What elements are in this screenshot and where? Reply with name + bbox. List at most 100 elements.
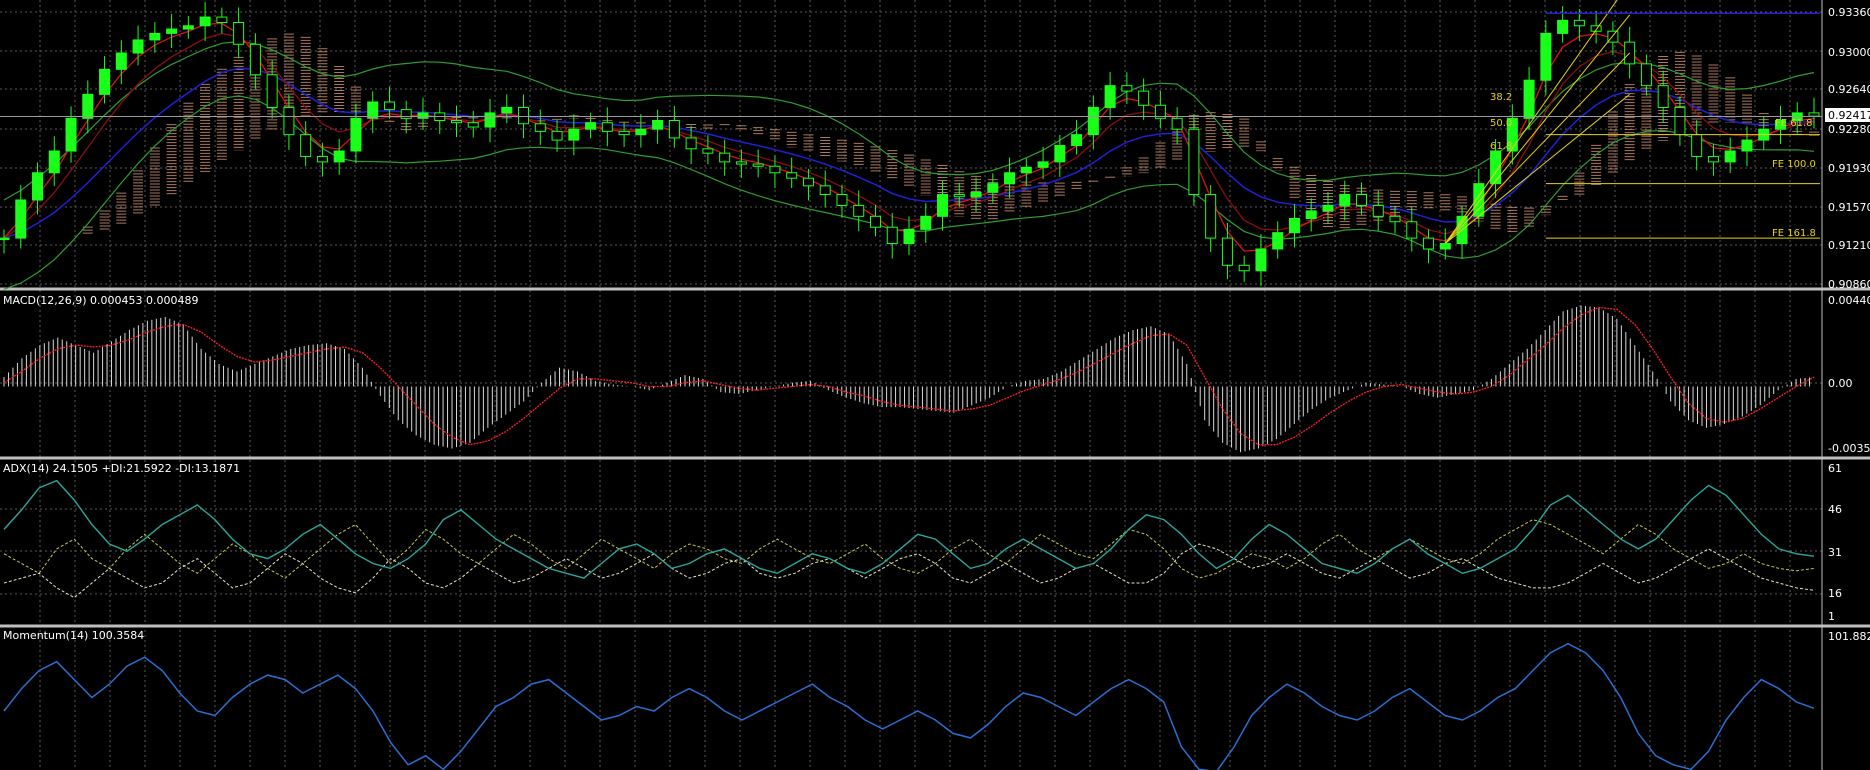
candle-body (1221, 237, 1233, 266)
adx-title: ADX(14) 24.1505 +DI:21.5922 -DI:13.1871 (3, 462, 240, 475)
candle-body (1691, 134, 1703, 157)
fib-retracement-label: 50.0 (1490, 118, 1512, 129)
candle-body (886, 226, 898, 245)
candle-body (1272, 232, 1284, 250)
candle-body (1808, 112, 1820, 117)
candle-body (1020, 166, 1032, 174)
candle-body (15, 199, 27, 239)
candle-body (0, 237, 10, 241)
fib-expansion-label: FE 100.0 (1772, 159, 1816, 170)
price-axis-label: 0.93000 (1828, 46, 1870, 59)
candle-body (1707, 155, 1719, 163)
candle-body (568, 128, 580, 141)
candle-body (417, 112, 429, 119)
candle-body (1523, 79, 1535, 119)
candle-body (836, 194, 848, 206)
candle-body (1121, 85, 1133, 92)
candle-body (1087, 106, 1099, 136)
candle-body (32, 172, 44, 201)
candle-body (1657, 85, 1669, 108)
candle-body (534, 123, 546, 132)
candle-body (987, 183, 999, 193)
candle-body (182, 25, 194, 30)
candle-body (199, 16, 211, 27)
candle-body (82, 93, 94, 119)
price-axis-label: 0.91570 (1828, 201, 1870, 214)
candle-body (1288, 217, 1300, 234)
candle-body (702, 148, 714, 154)
candle-body (1389, 215, 1401, 223)
candle-body (1205, 194, 1217, 239)
candle-body (1674, 106, 1686, 136)
candle-body (585, 122, 597, 130)
macd-title: MACD(12,26,9) 0.000453 0.000489 (3, 294, 199, 307)
candle-body (819, 185, 831, 196)
price-axis-label: 0.92280 (1828, 123, 1870, 136)
candle-body (132, 39, 144, 54)
adx-axis-label: 1 (1828, 610, 1835, 623)
adx-axis-label: 16 (1828, 587, 1842, 600)
candle-body (518, 106, 530, 125)
fib-expansion-label: FE 61.8 (1775, 118, 1813, 129)
momentum-title: Momentum(14) 100.3584 (3, 629, 144, 642)
momentum-header: Momentum(14) 100.3584 (3, 629, 144, 642)
macd-axis-label: 0.00 (1828, 377, 1853, 390)
candle-body (735, 161, 747, 165)
candle-body (1037, 161, 1049, 168)
candle-body (1339, 194, 1351, 206)
fib-expansion-label: FE 161.8 (1772, 228, 1816, 239)
candle-body (937, 194, 949, 217)
candle-body (551, 130, 563, 141)
candle-body (1138, 90, 1150, 106)
candle-body (970, 191, 982, 198)
candle-body (1724, 150, 1736, 163)
price-axis-label: 0.90860 (1828, 278, 1870, 291)
candle-body (719, 152, 731, 163)
candle-body (249, 43, 261, 76)
candle-body (166, 28, 178, 34)
candle-body (1640, 63, 1652, 87)
candle-body (316, 155, 328, 163)
fib-retracement-label: 61.8 (1490, 141, 1512, 152)
price-axis-label: 0.93360 (1828, 6, 1870, 19)
candle-body (350, 117, 362, 152)
candle-body (1540, 32, 1552, 81)
candle-body (685, 137, 697, 150)
candle-body (668, 120, 680, 139)
candle-body (283, 106, 295, 136)
candle-body (501, 106, 513, 114)
candle-body (1054, 145, 1066, 163)
candle-body (484, 112, 496, 128)
candle-body (467, 122, 479, 128)
candle-body (1188, 128, 1200, 196)
candle-body (1305, 210, 1317, 219)
candle-body (853, 204, 865, 217)
adx-axis-label: 31 (1828, 546, 1842, 559)
candle-body (1741, 139, 1753, 152)
momentum-axis: 101.8825 (1828, 630, 1870, 643)
adx-axis-label: 61 (1828, 462, 1842, 475)
candle-body (1557, 19, 1569, 34)
trading-chart[interactable]: MACD(12,26,9) 0.000453 0.000489 ADX(14) … (0, 0, 1870, 770)
candle-body (266, 74, 278, 108)
candle-body (300, 134, 312, 157)
price-axis-label: 0.92640 (1828, 83, 1870, 96)
candle-body (601, 122, 613, 132)
candle-body (216, 16, 228, 24)
adx-axis-label: 46 (1828, 503, 1842, 516)
candle-body (149, 32, 161, 41)
candle-body (1322, 204, 1334, 212)
candle-body (635, 128, 647, 136)
candle-body (869, 215, 881, 228)
candle-body (400, 109, 412, 119)
candle-body (802, 177, 814, 187)
adx-header: ADX(14) 24.1505 +DI:21.5922 -DI:13.1871 (3, 462, 240, 475)
candle-body (769, 165, 781, 174)
candle-body (1473, 183, 1485, 217)
macd-axis-label: -0.003527 (1828, 442, 1870, 455)
candle-body (652, 120, 664, 130)
candle-body (48, 150, 60, 174)
candle-body (920, 215, 932, 230)
price-axis-label: 0.91930 (1828, 162, 1870, 175)
candle-body (786, 172, 798, 179)
